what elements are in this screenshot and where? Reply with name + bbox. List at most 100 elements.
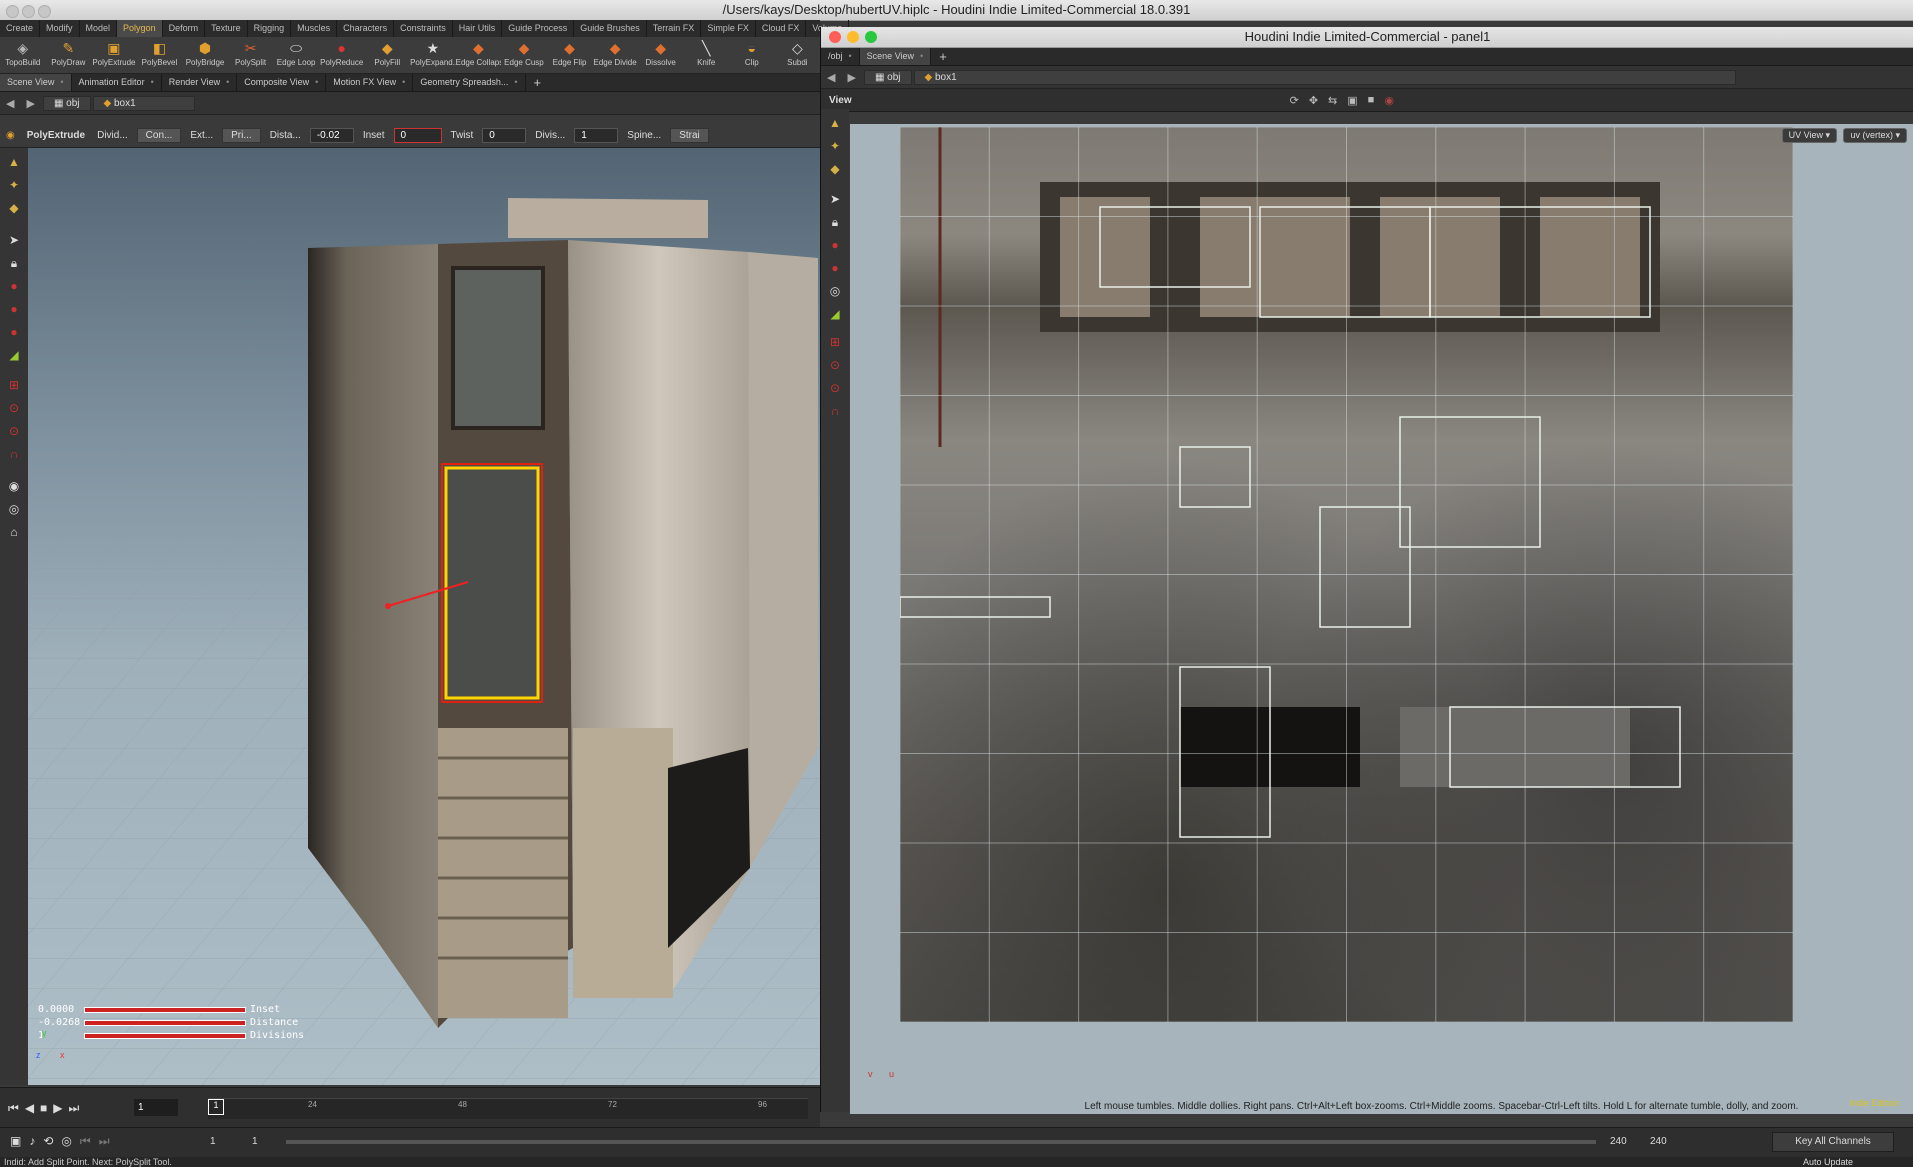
shelf-tool-polybridge[interactable]: ⬢ PolyBridge: [182, 37, 228, 73]
shelf-tab-deform[interactable]: Deform: [163, 20, 206, 37]
shelf-tab-rigging[interactable]: Rigging: [248, 20, 292, 37]
handle-slider[interactable]: [84, 1032, 246, 1039]
shelf-tab-terrain-fx[interactable]: Terrain FX: [647, 20, 702, 37]
select-tool-icon[interactable]: ▲: [4, 153, 24, 171]
shelf-tool-clip[interactable]: ◒ Clip: [729, 37, 775, 73]
pointer-icon[interactable]: ➤: [825, 190, 845, 208]
shelf-tab-hair-utils[interactable]: Hair Utils: [453, 20, 503, 37]
range-start-field[interactable]: 1: [252, 1136, 258, 1147]
stop-icon[interactable]: ■: [40, 1101, 47, 1116]
add-tab-button[interactable]: +: [526, 75, 550, 90]
jump-to-start-icon[interactable]: ⏮: [8, 1101, 19, 1116]
snap-edge-icon[interactable]: ⊙: [825, 356, 845, 374]
close-panel-button[interactable]: [829, 31, 841, 43]
pose-tool-icon[interactable]: ◆: [4, 199, 24, 217]
snap-point-icon[interactable]: ●: [4, 323, 24, 341]
shelf-tab-guide-process[interactable]: Guide Process: [502, 20, 575, 37]
tab-scene-view[interactable]: Scene View •: [859, 48, 932, 65]
snap-multi-icon[interactable]: ⊙: [4, 422, 24, 440]
range-slider[interactable]: [286, 1140, 1596, 1144]
shelf-tool-edge-cusp[interactable]: ◆ Edge Cusp: [501, 37, 547, 73]
shelf-tab-modify[interactable]: Modify: [40, 20, 80, 37]
shelf-tab-polygon[interactable]: Polygon: [117, 20, 163, 37]
shelf-tab-model[interactable]: Model: [80, 20, 118, 37]
breadcrumb-node[interactable]: ◆ box1: [92, 95, 195, 111]
frame-marker[interactable]: 1: [208, 1099, 224, 1115]
play-icon[interactable]: ▶: [53, 1101, 62, 1116]
pose-tool-icon[interactable]: ◆: [825, 160, 845, 178]
breadcrumb-network[interactable]: ▦ obj: [863, 69, 912, 85]
shelf-tool-polyextrude[interactable]: ▣ PolyExtrude: [91, 37, 137, 73]
construction-plane-icon[interactable]: ◢: [825, 305, 845, 323]
snap-multi-icon[interactable]: ⊙: [825, 379, 845, 397]
snap-prim-icon[interactable]: ⊞: [4, 376, 24, 394]
record-icon[interactable]: ◉: [1384, 94, 1394, 107]
breadcrumb-node[interactable]: ◆ box1: [913, 69, 1736, 85]
shelf-tool-polyexpand-[interactable]: ★ PolyExpand...: [410, 37, 456, 73]
shelf-tool-edge-loop[interactable]: ⬭ Edge Loop: [273, 37, 319, 73]
audio-icon[interactable]: ♪: [29, 1134, 35, 1149]
step-back-icon[interactable]: ◀: [25, 1101, 34, 1116]
shelf-tool-edge-flip[interactable]: ◆ Edge Flip: [547, 37, 593, 73]
tab-render-view[interactable]: Render View •: [162, 74, 238, 91]
tab-animation-editor[interactable]: Animation Editor •: [72, 74, 162, 91]
handle-tool-icon[interactable]: ✦: [825, 137, 845, 155]
shelf-tab-create[interactable]: Create: [0, 20, 41, 37]
camera-snap-icon[interactable]: ▣: [1347, 94, 1357, 107]
tab-composite-view[interactable]: Composite View •: [237, 74, 327, 91]
shelf-tool-topobuild[interactable]: ◈ TopoBuild: [0, 37, 46, 73]
construction-plane-icon[interactable]: ◢: [4, 346, 24, 364]
lock-icon[interactable]: 🔒︎: [825, 213, 845, 231]
light-icon[interactable]: ◎: [4, 500, 24, 518]
breadcrumb-network[interactable]: ▦ obj: [42, 95, 91, 111]
shelf-tool-polyfill[interactable]: ◆ PolyFill: [365, 37, 411, 73]
shelf-tool-polysplit[interactable]: ✂ PolySplit: [228, 37, 274, 73]
range-end-field[interactable]: 240: [1610, 1136, 1627, 1147]
forward-icon[interactable]: ▶: [20, 97, 40, 110]
realtime-toggle-icon[interactable]: ▣: [10, 1134, 21, 1149]
shelf-tool-knife[interactable]: ╲ Knife: [683, 37, 729, 73]
zoom-panel-button[interactable]: [865, 31, 877, 43]
shelf-tab-cloud-fx[interactable]: Cloud FX: [756, 20, 807, 37]
timeline-slider[interactable]: 24 48 72 96 1: [208, 1098, 808, 1119]
key-all-channels-button[interactable]: Key All Channels: [1772, 1132, 1894, 1152]
shelf-tab-characters[interactable]: Characters: [337, 20, 395, 37]
tab-obj[interactable]: /obj •: [821, 48, 860, 65]
auto-update-menu[interactable]: Auto Update: [1803, 1157, 1853, 1167]
shelf-tab-texture[interactable]: Texture: [205, 20, 248, 37]
scene-viewport[interactable]: 0.0000 Inset -0.0268 Distance 1 Divisions y z…: [28, 148, 820, 1085]
camera-icon[interactable]: ◉: [4, 477, 24, 495]
end-frame-field[interactable]: 240: [1650, 1136, 1667, 1147]
uv-attribute-menu[interactable]: uv (vertex) ▾: [1843, 128, 1907, 143]
snap-grid-icon[interactable]: ●: [4, 300, 24, 318]
distance-field[interactable]: -0.02: [309, 128, 354, 143]
tab-geometry-spreadsh-[interactable]: Geometry Spreadsh... •: [413, 74, 526, 91]
handle-slider[interactable]: [84, 1006, 246, 1013]
tab-motion-fx-view[interactable]: Motion FX View •: [326, 74, 414, 91]
shelf-tool-dissolve[interactable]: ◆ Dissolve: [638, 37, 684, 73]
magnet-icon[interactable]: ∩: [825, 402, 845, 420]
light-icon[interactable]: ◎: [825, 282, 845, 300]
divide-dropdown[interactable]: Con...: [136, 128, 182, 143]
shelf-tool-edge-divide[interactable]: ◆ Edge Divide: [592, 37, 638, 73]
shelf-tool-subdi[interactable]: ◇ Subdi: [775, 37, 821, 73]
straight-dropdown[interactable]: Strai: [670, 128, 709, 143]
dolly-icon[interactable]: ⇆: [1328, 94, 1337, 107]
minimize-panel-button[interactable]: [847, 31, 859, 43]
sync-icon[interactable]: ◎: [61, 1134, 71, 1149]
shelf-tab-simple-fx[interactable]: Simple FX: [701, 20, 756, 37]
handle-slider[interactable]: [84, 1019, 246, 1026]
display-icon[interactable]: ⌂: [4, 523, 24, 541]
square-icon[interactable]: ■: [1368, 94, 1375, 107]
prev-key-icon[interactable]: ⏮: [80, 1134, 91, 1149]
snap-edge-icon[interactable]: ⊙: [4, 399, 24, 417]
handle-tool-icon[interactable]: ✦: [4, 176, 24, 194]
shelf-tool-polyreduce[interactable]: ● PolyReduce: [319, 37, 365, 73]
select-tool-icon[interactable]: ▲: [825, 114, 845, 132]
shelf-tab-muscles[interactable]: Muscles: [291, 20, 338, 37]
shelf-tool-polybevel[interactable]: ◧ PolyBevel: [137, 37, 183, 73]
snap-icon[interactable]: ●: [825, 236, 845, 254]
loop-icon[interactable]: ⟲: [43, 1134, 53, 1149]
extrude-dropdown[interactable]: Pri...: [222, 128, 261, 143]
forward-icon[interactable]: ▶: [841, 71, 861, 84]
